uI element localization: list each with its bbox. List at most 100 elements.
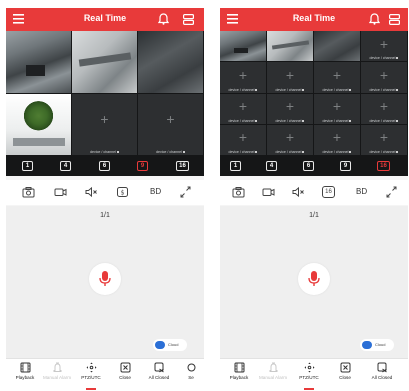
nav-close[interactable]: Close <box>108 362 142 380</box>
video-tile-empty[interactable]: + device / channel <box>220 124 267 156</box>
video-tile-live[interactable] <box>314 31 361 63</box>
add-channel-icon[interactable]: + <box>333 130 341 144</box>
close-icon <box>340 362 350 373</box>
nav-settings[interactable]: Se <box>174 362 204 380</box>
cloud-toggle[interactable]: Cloud <box>360 339 394 351</box>
video-tile-live[interactable] <box>6 31 72 94</box>
video-tile-live[interactable] <box>6 93 72 156</box>
multi-screen-icon[interactable] <box>183 14 194 25</box>
camera-icon[interactable] <box>22 186 35 198</box>
status-dot-icon <box>302 151 305 154</box>
add-channel-icon[interactable]: + <box>286 99 294 113</box>
video-tile-empty[interactable]: + device / channel <box>267 93 314 125</box>
video-tile-empty[interactable]: + device / channel <box>314 124 361 156</box>
add-channel-icon[interactable]: + <box>380 68 388 82</box>
video-tile-empty[interactable]: + device / channel <box>220 62 267 94</box>
phone-screen-left: Real Time + device / channel + device / cha… <box>6 8 204 390</box>
split-9-button[interactable]: 9 <box>137 161 148 171</box>
status-dot-icon <box>255 119 258 122</box>
all-closed-icon <box>377 362 387 373</box>
tile-label: device / channel <box>72 150 137 154</box>
video-tile-empty[interactable]: + device / channel <box>267 124 314 156</box>
split-1-button[interactable]: 1 <box>230 161 241 171</box>
tile-label: device / channel <box>361 150 407 154</box>
page-indicator: 1/1 <box>309 212 319 219</box>
add-channel-icon[interactable]: + <box>380 37 388 51</box>
nav-label: Manual Alarm <box>258 375 288 380</box>
record-icon[interactable] <box>54 186 67 198</box>
talk-button[interactable] <box>89 263 121 295</box>
split-1-button[interactable]: 1 <box>22 161 33 171</box>
split-9-button[interactable]: 9 <box>340 161 351 171</box>
nav-playback[interactable]: Playback <box>8 362 42 380</box>
add-channel-icon[interactable]: + <box>380 130 388 144</box>
video-tile-empty[interactable]: + device / channel <box>361 93 408 125</box>
quality-toggle[interactable]: BD <box>356 187 367 196</box>
video-tile-live[interactable] <box>267 31 314 63</box>
video-tile-empty[interactable]: + device / channel <box>361 31 408 63</box>
bell-icon[interactable] <box>158 13 169 25</box>
split-6-button[interactable]: 6 <box>99 161 110 171</box>
tile-label: device / channel <box>267 150 313 154</box>
nav-close[interactable]: Close <box>328 362 362 380</box>
tile-label: device / channel <box>361 119 407 123</box>
add-channel-icon[interactable]: + <box>100 112 108 126</box>
add-channel-icon[interactable]: + <box>166 112 174 126</box>
video-tile-empty[interactable]: + device / channel <box>361 62 408 94</box>
video-tile-empty[interactable]: + device / channel <box>267 62 314 94</box>
quality-toggle[interactable]: BD <box>150 187 161 196</box>
split-4-button[interactable]: 4 <box>60 161 71 171</box>
camera-icon[interactable] <box>232 186 245 198</box>
app-header: Real Time <box>6 8 204 31</box>
nav-alarm: Manual Alarm <box>256 362 290 380</box>
add-channel-icon[interactable]: + <box>286 130 294 144</box>
video-tile-live[interactable] <box>138 31 204 94</box>
alarm-icon <box>53 362 61 372</box>
video-toolbar: $ BD <box>6 180 204 205</box>
add-channel-icon[interactable]: + <box>239 130 247 144</box>
split-16-button[interactable]: 16 <box>176 161 189 171</box>
video-tile-live[interactable] <box>72 31 138 94</box>
mute-icon[interactable] <box>85 186 98 198</box>
cloud-toggle[interactable]: Cloud <box>153 339 187 351</box>
nav-ptz[interactable]: PTZ/UTC <box>292 362 326 380</box>
nav-all-closed[interactable]: All Closed <box>142 362 176 380</box>
add-channel-icon[interactable]: + <box>286 68 294 82</box>
add-channel-icon[interactable]: + <box>333 68 341 82</box>
add-channel-icon[interactable]: + <box>239 99 247 113</box>
video-tile-empty[interactable]: + device / channel <box>220 93 267 125</box>
nav-ptz[interactable]: PTZ/UTC <box>74 362 108 380</box>
status-dot-icon <box>255 151 258 154</box>
add-channel-icon[interactable]: + <box>380 99 388 113</box>
talk-button[interactable] <box>298 263 330 295</box>
mute-icon[interactable] <box>292 186 305 198</box>
video-tile-empty[interactable]: + device / channel <box>361 124 408 156</box>
split-4-button[interactable]: 4 <box>266 161 277 171</box>
status-dot-icon <box>116 151 119 154</box>
video-tile-empty[interactable]: + device / channel <box>72 93 138 156</box>
fullscreen-icon[interactable] <box>179 186 192 198</box>
video-tile-live[interactable] <box>220 31 267 63</box>
multi-screen-icon[interactable] <box>389 14 400 25</box>
split-6-button[interactable]: 6 <box>303 161 314 171</box>
add-channel-icon[interactable]: + <box>239 68 247 82</box>
split-selector-bar: 1 4 6 9 16 <box>6 156 204 176</box>
split-16-button[interactable]: 16 <box>377 161 390 171</box>
video-tile-empty[interactable]: + device / channel <box>314 93 361 125</box>
split-mode-icon[interactable]: $ <box>116 186 129 198</box>
status-dot-icon <box>396 119 399 122</box>
video-tile-empty[interactable]: + device / channel <box>138 93 204 156</box>
fullscreen-icon[interactable] <box>385 186 398 198</box>
split-mode-button[interactable]: 16 <box>322 186 335 198</box>
nav-label: Manual Alarm <box>42 375 72 380</box>
bell-icon[interactable] <box>369 13 380 25</box>
add-channel-icon[interactable]: + <box>333 99 341 113</box>
app-header: Real Time <box>220 8 408 31</box>
nav-playback[interactable]: Playback <box>222 362 256 380</box>
video-tile-empty[interactable]: + device / channel <box>314 62 361 94</box>
page-title: Real Time <box>83 13 127 23</box>
ptz-icon <box>304 362 314 373</box>
nav-all-closed[interactable]: All Closed <box>365 362 399 380</box>
toggle-knob <box>155 341 165 349</box>
record-icon[interactable] <box>262 186 275 198</box>
